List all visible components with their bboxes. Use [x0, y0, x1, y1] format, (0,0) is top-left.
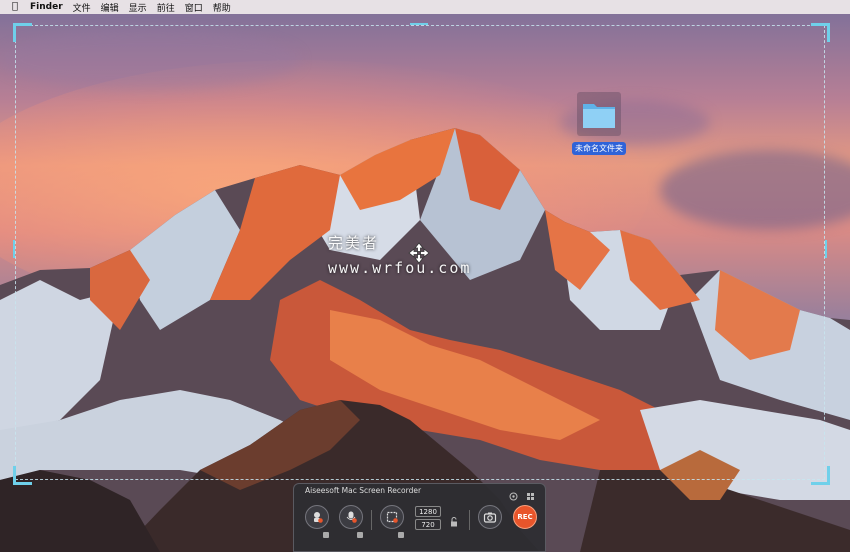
camera-icon [483, 512, 497, 523]
region-handle-bottom-right[interactable] [811, 466, 830, 485]
microphone-icon [346, 511, 357, 523]
watermark-url: www.wrfou.com [328, 259, 472, 277]
menu-item-edit[interactable]: 编辑 [101, 1, 119, 14]
apple-icon[interactable]:  [12, 0, 18, 14]
height-input[interactable]: 720 [415, 519, 441, 530]
region-dropdown[interactable] [398, 532, 404, 538]
region-handle-top[interactable] [410, 23, 428, 25]
menu-item-view[interactable]: 显示 [129, 1, 147, 14]
record-button[interactable]: REC [513, 505, 537, 529]
region-icon [386, 511, 398, 523]
region-handle-right[interactable] [825, 240, 827, 258]
recorder-title: Aiseesoft Mac Screen Recorder [305, 486, 422, 495]
menu-app-name[interactable]: Finder [30, 2, 63, 12]
watermark: 完美者 www.wrfou.com [328, 232, 471, 277]
width-input[interactable]: 1280 [415, 506, 441, 517]
microphone-button[interactable] [339, 505, 363, 529]
webcam-button[interactable] [305, 505, 329, 529]
toolbar-divider [371, 510, 372, 530]
microphone-dropdown[interactable] [357, 532, 363, 538]
menu-item-window[interactable]: 窗口 [185, 1, 203, 14]
region-handle-top-left[interactable] [13, 23, 32, 42]
webcam-icon [314, 512, 323, 523]
webcam-dropdown[interactable] [323, 532, 329, 538]
menu-bar:  Finder 文件 编辑 显示 前往 窗口 帮助 [0, 0, 850, 14]
menu-item-go[interactable]: 前往 [157, 1, 175, 14]
menu-item-help[interactable]: 帮助 [213, 1, 231, 14]
menu-item-file[interactable]: 文件 [73, 1, 91, 14]
lock-icon[interactable] [449, 512, 459, 527]
watermark-text: 完美者 [328, 234, 380, 252]
settings-icon[interactable] [509, 486, 518, 501]
region-handle-left[interactable] [13, 240, 15, 258]
recorder-toolbar[interactable]: Aiseesoft Mac Screen Recorder 1280 720 R… [293, 483, 546, 552]
toolbar-divider [469, 510, 470, 530]
screenshot-button[interactable] [478, 505, 502, 529]
expand-icon[interactable] [526, 486, 535, 500]
region-button[interactable] [380, 505, 404, 529]
move-arrows-icon[interactable] [408, 242, 430, 264]
region-handle-top-right[interactable] [811, 23, 830, 42]
region-handle-bottom-left[interactable] [13, 466, 32, 485]
